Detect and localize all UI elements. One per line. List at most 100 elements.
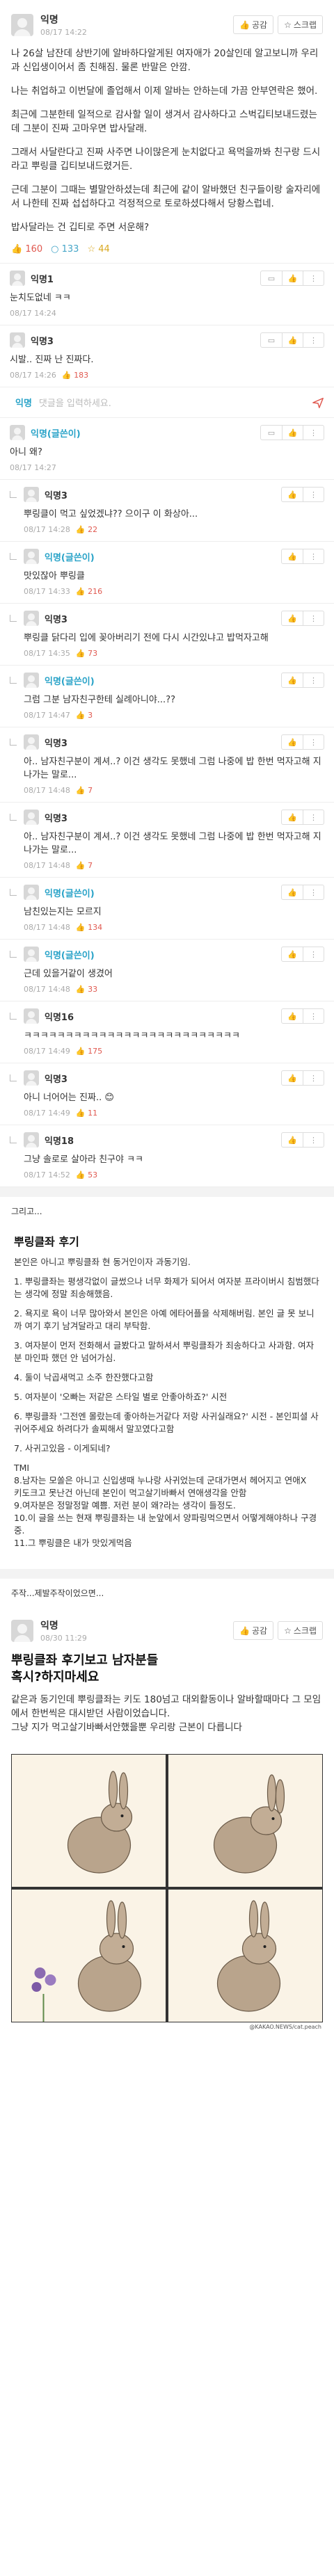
review-paragraph: 본인은 아니고 뿌링클좌 현 동거인이자 과동기임.: [14, 1257, 191, 1267]
scrap-button[interactable]: ☆ 스크랩: [278, 15, 323, 34]
thumbs-up-icon[interactable]: 👍: [282, 488, 303, 501]
reply-comment: 익명18 👍 ⋮ 그냥 솔로로 살아라 친구야 ㅋㅋ 08/17 14:52 👍 53: [0, 1125, 334, 1187]
reply-arrow-icon: [10, 553, 17, 560]
more-icon[interactable]: ⋮: [303, 1009, 324, 1023]
comment-text: 아.. 남자친구분이 계셔..? 이건 생각도 못했네 그럼 나중에 밥 한번 …: [24, 832, 321, 855]
comment-head: 익명(글쓴이) 👍 ⋮: [24, 885, 324, 900]
like-count: 👍 160: [11, 244, 42, 255]
comment-likes-value: 134: [88, 923, 103, 932]
thumbs-up-icon[interactable]: 👍: [282, 333, 303, 347]
comment-text: 뿌링클이 먹고 싶었겠냐?? 으이구 이 화상아...: [24, 509, 198, 520]
more-icon[interactable]: ⋮: [303, 611, 324, 625]
thumbs-up-icon[interactable]: 👍: [282, 1071, 303, 1085]
reply-icon[interactable]: ▭: [261, 333, 282, 347]
review-paragraph: 2. 욕지로 욕이 너무 많아와서 본인은 아예 에타어플을 삭제해버림. 본인…: [14, 1308, 315, 1331]
avatar: [10, 271, 25, 286]
avatar: [10, 425, 25, 440]
comic-panel: [168, 1755, 322, 1887]
comment-likes: 👍 73: [75, 649, 98, 658]
comment-date: 08/17 14:35: [24, 649, 70, 658]
reply-icon[interactable]: ▭: [261, 271, 282, 285]
more-icon[interactable]: ⋮: [303, 735, 324, 749]
more-icon[interactable]: ⋮: [303, 673, 324, 687]
more-icon[interactable]: ⋮: [303, 426, 324, 440]
more-icon[interactable]: ⋮: [303, 488, 324, 501]
reply-comment: 익명(글쓴이) 👍 ⋮ 근데 있을거같이 생겼어 08/17 14:48 👍 33: [0, 940, 334, 1001]
comment-date: 08/17 14:33: [24, 587, 70, 596]
comment-foot: 08/17 14:48 👍 7: [24, 786, 324, 795]
review-paragraph: 1. 뿌링클좌는 평생각없이 글썼으나 너무 화제가 되어서 여자분 프라이버시…: [14, 1276, 319, 1299]
post-paragraph: 그래서 사달란다고 진짜 사주면 나이많은게 눈치없다고 욕먹을까봐 친구랑 드…: [11, 147, 321, 172]
more-icon[interactable]: ⋮: [303, 810, 324, 824]
comment-count-value: 133: [61, 244, 79, 255]
reply-comment: 익명3 👍 ⋮ 아.. 남자친구분이 계셔..? 이건 생각도 못했네 그럼 나중에 …: [0, 803, 334, 878]
more-icon[interactable]: ⋮: [303, 333, 324, 347]
comment-input[interactable]: 댓글을 입력하세요.: [39, 396, 312, 409]
thumbs-up-icon: 👍: [239, 19, 250, 30]
rabbit-with-flowers-illustration: [31, 1900, 142, 2022]
post-paragraph: 밥사달라는 건 깁티로 주면 서운해?: [11, 222, 150, 233]
thumbs-up-icon: 👍: [11, 244, 23, 255]
thumbs-up-icon[interactable]: 👍: [282, 549, 303, 563]
comment-likes: 👍 183: [61, 371, 89, 380]
avatar: [24, 673, 39, 688]
thumbs-up-icon[interactable]: 👍: [282, 426, 303, 440]
comic-panel: [168, 1890, 322, 2022]
reply-comment: 익명3 👍 ⋮ 아.. 남자친구분이 계셔..? 이건 생각도 못했네 그럼 나중에 …: [0, 727, 334, 803]
scrap-label: 스크랩: [293, 1626, 317, 1636]
more-icon[interactable]: ⋮: [303, 1133, 324, 1147]
comment-head: 익명(글쓴이) 👍 ⋮: [24, 947, 324, 962]
thumbs-up-icon[interactable]: 👍: [282, 1009, 303, 1023]
thumbs-up-icon[interactable]: 👍: [282, 1133, 303, 1147]
comment-actions: 👍 ⋮: [281, 611, 324, 626]
speech-bubble-icon: ○: [51, 244, 59, 255]
more-icon[interactable]: ⋮: [303, 885, 324, 899]
comment-foot: 08/17 14:49 👍 175: [24, 1047, 324, 1056]
avatar: [11, 13, 33, 36]
anonymous-toggle[interactable]: 익명: [15, 396, 32, 409]
comment-date: 08/17 14:24: [10, 309, 56, 318]
post-title: 뿌링클좌 후기보고 남자분들 혹시?하지마세요: [11, 1653, 159, 1684]
comic-panel: [12, 1755, 166, 1887]
comment-likes-value: 53: [88, 1170, 98, 1180]
review-paragraph: 6. 뿌링클좌 '그전엔 몰랐는데 좋아하는거같다 저랑 사귀실래요?' 시전 …: [14, 1411, 319, 1434]
comment-likes: 👍 33: [75, 985, 98, 994]
thumbs-up-icon[interactable]: 👍: [282, 947, 303, 961]
more-icon[interactable]: ⋮: [303, 271, 324, 285]
more-icon[interactable]: ⋮: [303, 947, 324, 961]
more-icon[interactable]: ⋮: [303, 549, 324, 563]
thumbs-up-icon[interactable]: 👍: [282, 611, 303, 625]
send-icon[interactable]: [312, 396, 324, 409]
caption: 주작...제발주작이었으면...: [11, 1588, 104, 1598]
comic-credit: @KAKAO.NEWS/cat.peach: [249, 2024, 321, 2030]
comment-date: 08/17 14:48: [24, 861, 70, 870]
comment-date: 08/17 14:48: [24, 786, 70, 795]
comment-count: ○ 133: [51, 244, 79, 255]
reply-arrow-icon: [10, 951, 17, 958]
comment-text: 뿌링클 닭다리 입에 꽂아버리기 전에 다시 시간있냐고 밥먹자고해: [24, 633, 269, 643]
comment-foot: 08/17 14:48 👍 33: [24, 985, 324, 994]
comment: 익명(글쓴이) ▭ 👍 ⋮ 아니 왜? 08/17 14:27: [0, 418, 334, 480]
comment-date: 08/17 14:48: [24, 923, 70, 932]
thumbs-up-icon[interactable]: 👍: [282, 885, 303, 899]
comment-date: 08/17 14:47: [24, 711, 70, 720]
like-button[interactable]: 👍 공감: [233, 15, 274, 34]
comment-author: 익명(글쓴이): [45, 676, 95, 687]
avatar: [10, 332, 25, 348]
thumbs-up-icon[interactable]: 👍: [282, 810, 303, 824]
thumbs-up-icon[interactable]: 👍: [282, 673, 303, 687]
comment-actions: 👍 ⋮: [281, 1132, 324, 1148]
comment-foot: 08/17 14:47 👍 3: [24, 711, 324, 720]
comment-actions: 👍 ⋮: [281, 487, 324, 502]
comment-likes-value: 11: [88, 1109, 98, 1118]
scrap-button[interactable]: ☆ 스크랩: [278, 1621, 323, 1640]
thumbs-up-icon[interactable]: 👍: [282, 271, 303, 285]
comment-text: 아니 너어어는 진짜.. 😊: [24, 1093, 114, 1103]
comment-date: 08/17 14:49: [24, 1047, 70, 1056]
comment-head: 익명1 ▭ 👍 ⋮: [10, 271, 324, 286]
reply-arrow-icon: [10, 889, 17, 896]
reply-icon[interactable]: ▭: [261, 426, 282, 440]
thumbs-up-icon[interactable]: 👍: [282, 735, 303, 749]
more-icon[interactable]: ⋮: [303, 1071, 324, 1085]
like-button[interactable]: 👍 공감: [233, 1621, 274, 1640]
